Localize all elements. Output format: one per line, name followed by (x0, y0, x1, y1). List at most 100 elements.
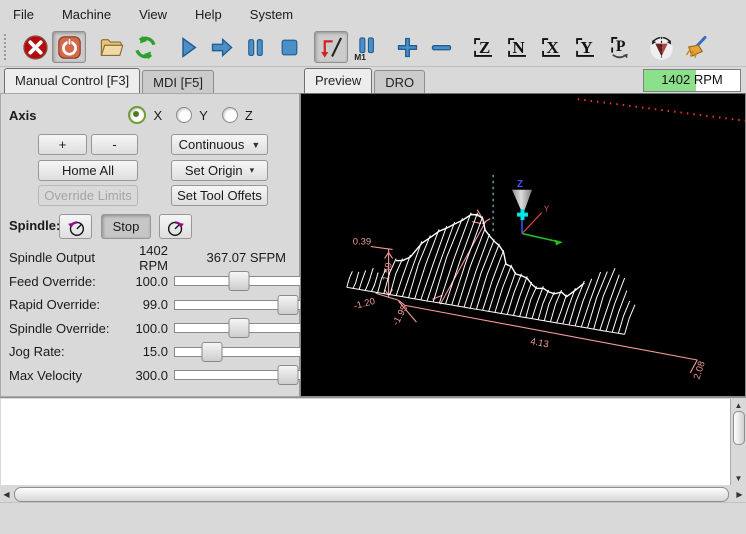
jog-rate-label: Jog Rate: (9, 344, 131, 359)
reload-file-button[interactable] (128, 31, 162, 63)
tool-tip-marker (517, 209, 528, 220)
horizontal-scrollbar[interactable]: ◀ ▶ (0, 486, 746, 502)
toggle-optional-pause-button[interactable]: M1 (348, 31, 382, 63)
spindle-ccw-icon (65, 216, 87, 238)
view-front-button[interactable]: Y (568, 31, 602, 63)
rotate-mode-button[interactable] (644, 31, 678, 63)
max-velocity-value: 300.0 (131, 368, 168, 383)
set-tool-offsets-button[interactable]: Set Tool Offets (171, 185, 268, 206)
open-file-button[interactable] (94, 31, 128, 63)
radio-dot-icon (176, 107, 192, 123)
machine-power-button[interactable] (52, 31, 86, 63)
vertical-scroll-thumb[interactable] (733, 411, 745, 445)
readout-row: Feed Override:100.0 (1, 270, 299, 294)
toolbar-grip-handle[interactable] (4, 34, 13, 60)
run-program-button[interactable] (170, 31, 204, 63)
menu-item-help[interactable]: Help (195, 7, 222, 22)
jog-rate-slider[interactable] (174, 342, 301, 362)
readout-row: Spindle Override:100.0 (1, 317, 299, 341)
jog-minus-button[interactable]: - (91, 134, 138, 155)
chevron-down-icon: ▼ (251, 140, 260, 150)
pause-program-button[interactable] (238, 31, 272, 63)
zoom-out-button[interactable] (424, 31, 458, 63)
view-top-button[interactable]: Z (466, 31, 500, 63)
reload-icon (132, 34, 159, 61)
svg-text:Z: Z (479, 38, 490, 57)
menu-item-machine[interactable]: Machine (62, 7, 111, 22)
estop-button[interactable] (18, 31, 52, 63)
svg-text:X: X (546, 38, 558, 57)
feed-override-slider[interactable] (174, 271, 301, 291)
optional-pause-icon: M1 (352, 34, 379, 61)
scroll-down-icon[interactable]: ▼ (731, 472, 746, 485)
menu-item-file[interactable]: File (13, 7, 34, 22)
main-area: Manual Control [F3]MDI [F5] Axis XYZ + -… (0, 67, 746, 397)
radio-dot-icon (128, 106, 146, 124)
letter-view-icon: Z (470, 34, 497, 61)
spindle-override-slider[interactable] (174, 318, 301, 338)
broom-icon (682, 34, 709, 61)
readout-row: Spindle Output1402 RPM367.07 SFPM (1, 246, 299, 270)
slider-handle[interactable] (228, 318, 249, 338)
gcode-text[interactable] (1, 399, 730, 485)
horizontal-scroll-thumb[interactable] (14, 487, 729, 502)
run-next-line-button[interactable] (204, 31, 238, 63)
slider-trough[interactable] (174, 347, 301, 357)
dimension-label: 4.13 (529, 336, 549, 350)
tab-preview[interactable]: Preview (304, 68, 372, 93)
override-limits-button[interactable]: Override Limits (38, 185, 138, 206)
letter-view-icon: N (504, 34, 531, 61)
scroll-right-icon[interactable]: ▶ (733, 490, 746, 499)
spindle-cw-button[interactable] (159, 214, 192, 239)
axis-radio-label: Y (199, 108, 208, 123)
letter-view-icon: Y (572, 34, 599, 61)
tab-mdi-f5[interactable]: MDI [F5] (142, 70, 214, 93)
readout-row: Max Velocity300.0 (1, 364, 299, 388)
view-perspective-button[interactable]: P (602, 31, 636, 63)
axis-radio-z[interactable]: Z (222, 107, 253, 123)
svg-text:P: P (615, 37, 625, 54)
open-folder-icon (98, 34, 125, 61)
vertical-scrollbar[interactable]: ▲ ▼ (730, 399, 746, 485)
axis-radio-x[interactable]: X (128, 106, 162, 124)
menu-item-view[interactable]: View (139, 7, 167, 22)
x-axis-arrow (555, 240, 562, 246)
rapid-override-slider[interactable] (174, 295, 301, 315)
slider-handle[interactable] (228, 271, 249, 291)
slider-handle[interactable] (278, 365, 299, 385)
slider-handle[interactable] (278, 295, 299, 315)
menu-item-system[interactable]: System (250, 7, 293, 22)
home-all-button[interactable]: Home All (38, 160, 138, 181)
jog-plus-button[interactable]: + (38, 134, 87, 155)
slider-handle[interactable] (202, 342, 223, 362)
feed-override-value: 100.0 (131, 274, 168, 289)
axis-radio-label: X (153, 108, 162, 123)
clear-plot-button[interactable] (678, 31, 712, 63)
readout-row: Rapid Override:99.0 (1, 293, 299, 317)
toggle-skip-lines-button[interactable] (314, 31, 348, 63)
step-arrow-icon (208, 34, 235, 61)
spindle-speed-text: 1402 RPM (644, 72, 740, 87)
max-velocity-slider[interactable] (174, 365, 301, 385)
scroll-left-icon[interactable]: ◀ (0, 490, 13, 499)
dimension-lines (371, 210, 698, 373)
spindle-ccw-button[interactable] (59, 214, 92, 239)
tab-manual-control-f3[interactable]: Manual Control [F3] (4, 68, 140, 93)
tab-dro[interactable]: DRO (374, 70, 425, 93)
letter-view-p-icon: P (606, 34, 633, 61)
preview-canvas[interactable]: 0.391.59-1.20-1.954.132.08 Y Z (300, 93, 746, 397)
jog-mode-select[interactable]: Continuous ▼ (171, 134, 268, 155)
manual-control-panel: Axis XYZ + - Continuous ▼ Home All Set O… (0, 93, 300, 397)
letter-view-icon: X (538, 34, 565, 61)
zoom-in-button[interactable] (390, 31, 424, 63)
dimension-labels: 0.391.59-1.20-1.954.132.08 (353, 237, 708, 381)
view-rotated-top-button[interactable]: N (500, 31, 534, 63)
set-origin-button[interactable]: Set Origin ▾ (171, 160, 268, 181)
svg-text:N: N (512, 38, 524, 57)
spindle-stop-button[interactable]: Stop (101, 214, 151, 239)
view-side-button[interactable]: X (534, 31, 568, 63)
axis-radio-y[interactable]: Y (176, 107, 208, 123)
stop-program-button[interactable] (272, 31, 306, 63)
toolbar: M1 Z N X Y P (0, 28, 746, 67)
spindle-output-extra: 367.07 SFPM (207, 250, 300, 265)
